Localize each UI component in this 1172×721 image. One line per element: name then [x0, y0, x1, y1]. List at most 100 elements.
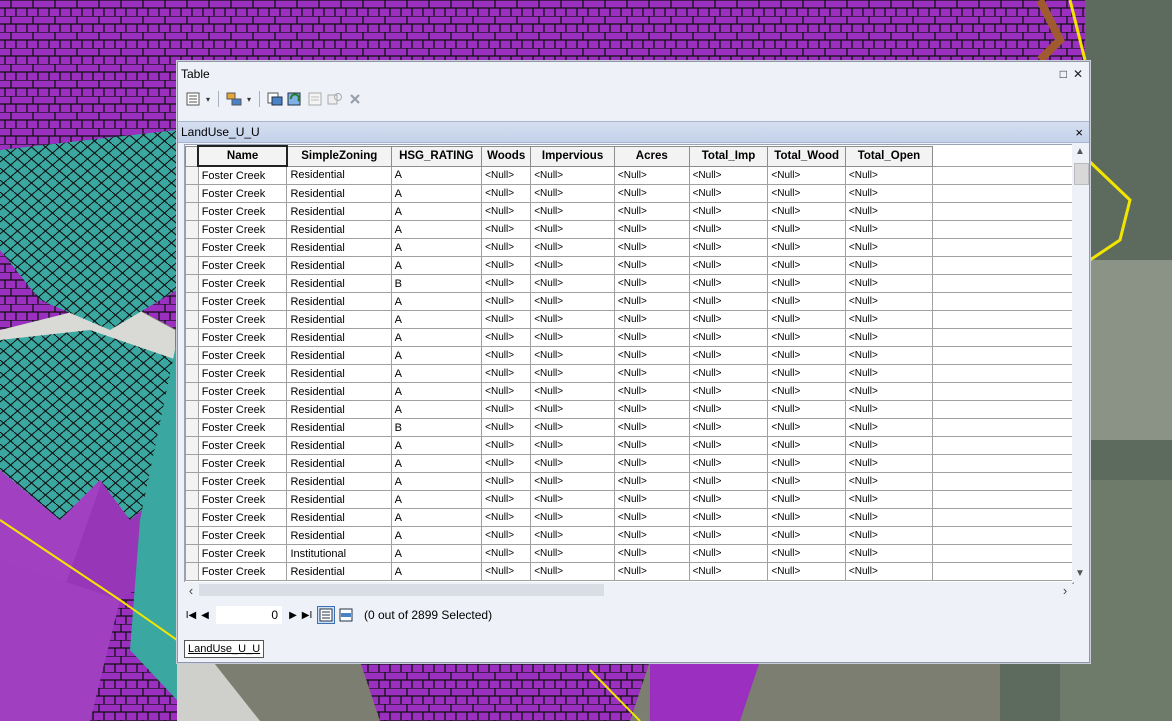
table-cell[interactable]: <Null>: [481, 346, 532, 365]
table-cell[interactable]: <Null>: [767, 274, 846, 293]
table-cell[interactable]: <Null>: [530, 562, 615, 581]
table-row[interactable]: Foster Creek Residential A <Null> <Null> <Nul…: [185, 184, 1073, 203]
row-selector[interactable]: [185, 472, 199, 491]
select-by-attributes-icon[interactable]: [266, 90, 284, 108]
table-cell[interactable]: <Null>: [530, 364, 615, 383]
row-selector[interactable]: [185, 220, 199, 239]
table-row[interactable]: Foster Creek Residential A <Null> <Null> <Nul…: [185, 292, 1073, 311]
table-cell[interactable]: <Null>: [613, 202, 690, 221]
row-selector[interactable]: [185, 364, 199, 383]
table-cell[interactable]: <Null>: [767, 220, 846, 239]
table-cell[interactable]: A: [390, 220, 483, 239]
table-cell[interactable]: Residential: [286, 454, 392, 473]
table-cell[interactable]: <Null>: [844, 346, 933, 365]
table-cell[interactable]: <Null>: [481, 184, 532, 203]
table-cell[interactable]: <Null>: [613, 364, 690, 383]
table-cell[interactable]: <Null>: [481, 220, 532, 239]
table-cell[interactable]: <Null>: [688, 346, 769, 365]
table-options-icon[interactable]: [184, 90, 202, 108]
current-record-input[interactable]: [216, 606, 282, 624]
table-row[interactable]: Foster Creek Institutional A <Null> <Null> <N…: [185, 544, 1073, 563]
table-cell[interactable]: <Null>: [767, 256, 846, 275]
previous-record-button[interactable]: ◀: [198, 610, 212, 621]
table-cell[interactable]: Residential: [286, 508, 392, 527]
table-tab-header[interactable]: LandUse_U_U ×: [178, 121, 1089, 143]
table-cell[interactable]: <Null>: [481, 238, 532, 257]
column-header[interactable]: Total_Imp: [688, 145, 769, 167]
close-button[interactable]: ✕: [1073, 67, 1083, 81]
table-cell[interactable]: <Null>: [481, 310, 532, 329]
table-cell[interactable]: <Null>: [844, 508, 933, 527]
table-row[interactable]: Foster Creek Residential A <Null> <Null> <Nul…: [185, 454, 1073, 473]
show-selected-records-icon[interactable]: [338, 607, 354, 623]
table-cell[interactable]: <Null>: [530, 346, 615, 365]
table-cell[interactable]: <Null>: [481, 364, 532, 383]
table-cell[interactable]: <Null>: [767, 165, 846, 185]
table-cell[interactable]: <Null>: [767, 346, 846, 365]
table-cell[interactable]: <Null>: [530, 220, 615, 239]
table-cell[interactable]: <Null>: [530, 490, 615, 509]
table-cell[interactable]: <Null>: [688, 436, 769, 455]
horizontal-scrollbar[interactable]: ‹ ›: [184, 582, 1072, 598]
table-cell[interactable]: Residential: [286, 436, 392, 455]
table-cell[interactable]: <Null>: [613, 472, 690, 491]
table-cell[interactable]: <Null>: [688, 364, 769, 383]
table-cell[interactable]: <Null>: [613, 490, 690, 509]
table-cell[interactable]: A: [390, 328, 483, 347]
table-cell[interactable]: Foster Creek: [197, 508, 288, 527]
table-row[interactable]: Foster Creek Residential A <Null> <Null> <Nul…: [185, 238, 1073, 257]
table-row[interactable]: Foster Creek Residential A <Null> <Null> <Nul…: [185, 165, 1073, 185]
table-cell[interactable]: <Null>: [767, 508, 846, 527]
table-cell[interactable]: <Null>: [688, 382, 769, 401]
table-cell[interactable]: Foster Creek: [197, 490, 288, 509]
table-cell[interactable]: <Null>: [530, 328, 615, 347]
row-selector[interactable]: [185, 418, 199, 437]
table-cell[interactable]: <Null>: [613, 274, 690, 293]
table-row[interactable]: Foster Creek Residential A <Null> <Null> <Nul…: [185, 400, 1073, 419]
table-cell[interactable]: <Null>: [530, 454, 615, 473]
table-cell[interactable]: Residential: [286, 382, 392, 401]
table-cell[interactable]: <Null>: [613, 526, 690, 545]
table-cell[interactable]: <Null>: [767, 184, 846, 203]
table-cell[interactable]: <Null>: [767, 364, 846, 383]
column-header[interactable]: Acres: [613, 145, 690, 167]
table-cell[interactable]: <Null>: [530, 544, 615, 563]
row-selector[interactable]: [185, 328, 199, 347]
vertical-scrollbar[interactable]: ▲ ▼: [1072, 144, 1089, 582]
table-cell[interactable]: <Null>: [613, 454, 690, 473]
column-header[interactable]: SimpleZoning: [286, 145, 392, 167]
table-tab-title[interactable]: LandUse_U_U: [178, 125, 260, 139]
table-cell[interactable]: <Null>: [844, 292, 933, 311]
table-cell[interactable]: <Null>: [844, 202, 933, 221]
table-cell[interactable]: A: [390, 544, 483, 563]
table-cell[interactable]: <Null>: [613, 220, 690, 239]
table-cell[interactable]: <Null>: [688, 328, 769, 347]
table-cell[interactable]: <Null>: [688, 274, 769, 293]
table-cell[interactable]: <Null>: [530, 238, 615, 257]
table-cell[interactable]: Foster Creek: [197, 382, 288, 401]
table-cell[interactable]: <Null>: [844, 238, 933, 257]
table-cell[interactable]: A: [390, 364, 483, 383]
table-cell[interactable]: Residential: [286, 346, 392, 365]
delete-selected-icon[interactable]: [346, 90, 364, 108]
table-cell[interactable]: <Null>: [481, 454, 532, 473]
table-cell[interactable]: A: [390, 310, 483, 329]
column-header[interactable]: Total_Open: [844, 145, 933, 167]
table-cell[interactable]: <Null>: [481, 490, 532, 509]
table-cell[interactable]: <Null>: [613, 292, 690, 311]
table-cell[interactable]: <Null>: [767, 202, 846, 221]
table-cell[interactable]: <Null>: [481, 274, 532, 293]
zoom-to-selected-icon[interactable]: [326, 90, 344, 108]
table-row[interactable]: Foster Creek Residential A <Null> <Null> <Nul…: [185, 310, 1073, 329]
column-header[interactable]: Total_Wood: [767, 145, 846, 167]
table-cell[interactable]: Foster Creek: [197, 418, 288, 437]
table-cell[interactable]: Residential: [286, 418, 392, 437]
table-cell[interactable]: Foster Creek: [197, 238, 288, 257]
table-cell[interactable]: <Null>: [481, 400, 532, 419]
table-cell[interactable]: <Null>: [844, 256, 933, 275]
row-selector[interactable]: [185, 490, 199, 509]
table-cell[interactable]: <Null>: [613, 400, 690, 419]
table-cell[interactable]: <Null>: [481, 256, 532, 275]
table-cell[interactable]: <Null>: [767, 328, 846, 347]
table-cell[interactable]: A: [390, 165, 483, 185]
